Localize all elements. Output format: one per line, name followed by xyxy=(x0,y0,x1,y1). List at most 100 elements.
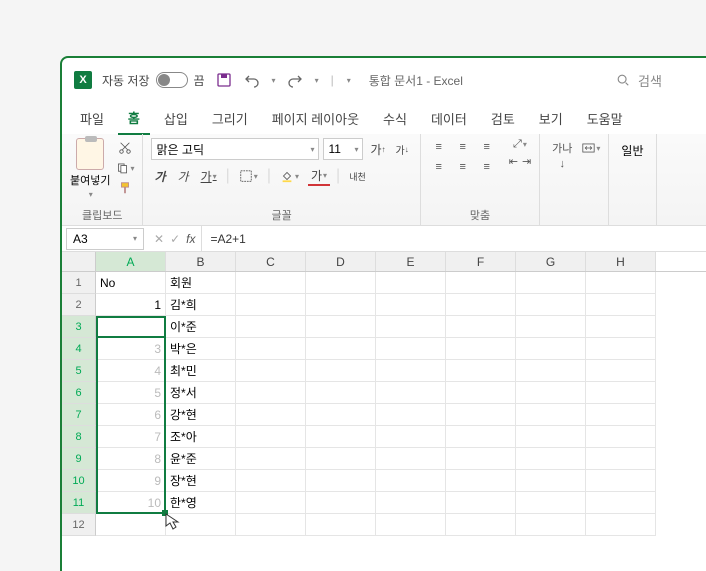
cell[interactable] xyxy=(376,382,446,404)
cell[interactable] xyxy=(586,338,656,360)
cell[interactable]: 회원 xyxy=(166,272,236,294)
col-header-B[interactable]: B xyxy=(166,252,236,271)
cell[interactable] xyxy=(306,294,376,316)
cell[interactable]: 최*민 xyxy=(166,360,236,382)
search-box[interactable]: 검색 xyxy=(604,67,694,94)
bold-button[interactable]: 가 xyxy=(151,166,168,186)
cell[interactable] xyxy=(446,360,516,382)
grow-font-button[interactable]: 가↑ xyxy=(367,139,388,159)
select-all-corner[interactable] xyxy=(62,252,96,271)
col-header-G[interactable]: G xyxy=(516,252,586,271)
cell[interactable]: 2 xyxy=(96,316,166,338)
row-header[interactable]: 1 xyxy=(62,272,96,294)
cell[interactable] xyxy=(236,338,306,360)
cell[interactable] xyxy=(376,272,446,294)
toggle-icon[interactable] xyxy=(156,72,188,88)
cell[interactable] xyxy=(586,360,656,382)
col-header-E[interactable]: E xyxy=(376,252,446,271)
underline-button[interactable]: 가▾ xyxy=(198,166,220,186)
cell[interactable] xyxy=(446,338,516,360)
enter-formula-icon[interactable]: ✓ xyxy=(170,232,180,246)
col-header-F[interactable]: F xyxy=(446,252,516,271)
cell[interactable]: 조*아 xyxy=(166,426,236,448)
align-bottom-button[interactable]: ≡ xyxy=(477,138,497,156)
phonetic-button[interactable]: 내천 xyxy=(346,166,369,186)
namebox-dropdown-icon[interactable]: ▾ xyxy=(133,234,137,243)
redo-icon[interactable] xyxy=(286,71,304,89)
cut-button[interactable] xyxy=(116,140,134,156)
borders-button[interactable]: ▾ xyxy=(236,166,261,186)
cell[interactable] xyxy=(236,448,306,470)
cell[interactable]: 이*준 xyxy=(166,316,236,338)
align-middle-button[interactable]: ≡ xyxy=(453,138,473,156)
cell[interactable]: 4 xyxy=(96,360,166,382)
col-header-D[interactable]: D xyxy=(306,252,376,271)
cell[interactable] xyxy=(306,470,376,492)
sort-button[interactable]: 가나 ↓ xyxy=(548,138,576,172)
row-header[interactable]: 7 xyxy=(62,404,96,426)
cell[interactable]: 8 xyxy=(96,448,166,470)
cell[interactable] xyxy=(236,360,306,382)
cell[interactable]: 한*영 xyxy=(166,492,236,514)
cell[interactable] xyxy=(516,360,586,382)
row-header[interactable]: 11 xyxy=(62,492,96,514)
tab-home[interactable]: 홈 xyxy=(118,102,150,135)
cell[interactable] xyxy=(586,492,656,514)
cell[interactable] xyxy=(306,492,376,514)
cell[interactable]: 7 xyxy=(96,426,166,448)
tab-data[interactable]: 데이터 xyxy=(421,103,477,134)
tab-view[interactable]: 보기 xyxy=(529,103,573,134)
cell[interactable] xyxy=(586,514,656,536)
cell[interactable] xyxy=(516,426,586,448)
tab-insert[interactable]: 삽입 xyxy=(154,103,198,134)
paste-dropdown-icon[interactable]: ▾ xyxy=(89,190,93,199)
cell[interactable] xyxy=(446,382,516,404)
cell[interactable] xyxy=(516,448,586,470)
cell[interactable]: 정*서 xyxy=(166,382,236,404)
font-name-select[interactable]: 맑은 고딕▾ xyxy=(151,138,319,160)
cell[interactable] xyxy=(306,426,376,448)
cell[interactable] xyxy=(446,426,516,448)
cell[interactable] xyxy=(306,448,376,470)
cell[interactable] xyxy=(446,294,516,316)
cell[interactable]: 박*은 xyxy=(166,338,236,360)
cell[interactable] xyxy=(516,294,586,316)
cell[interactable] xyxy=(376,338,446,360)
row-header[interactable]: 2 xyxy=(62,294,96,316)
cell[interactable] xyxy=(376,448,446,470)
cell[interactable] xyxy=(446,316,516,338)
tab-file[interactable]: 파일 xyxy=(70,103,114,134)
cell[interactable]: No xyxy=(96,272,166,294)
font-size-select[interactable]: 11▾ xyxy=(323,138,363,160)
cancel-formula-icon[interactable]: ✕ xyxy=(154,232,164,246)
cell[interactable] xyxy=(306,272,376,294)
cell[interactable] xyxy=(236,426,306,448)
autosave-toggle[interactable]: 자동 저장 끔 xyxy=(102,72,205,89)
cell[interactable] xyxy=(376,404,446,426)
cell[interactable] xyxy=(516,492,586,514)
row-header[interactable]: 6 xyxy=(62,382,96,404)
cell[interactable] xyxy=(586,404,656,426)
row-header[interactable]: 9 xyxy=(62,448,96,470)
cell[interactable] xyxy=(586,272,656,294)
cell[interactable] xyxy=(446,470,516,492)
tab-draw[interactable]: 그리기 xyxy=(202,103,258,134)
tab-formulas[interactable]: 수식 xyxy=(373,103,417,134)
cell[interactable] xyxy=(586,448,656,470)
cell[interactable] xyxy=(516,404,586,426)
name-box[interactable]: A3 ▾ xyxy=(66,228,144,250)
cell[interactable] xyxy=(586,470,656,492)
cell[interactable] xyxy=(376,316,446,338)
cell[interactable] xyxy=(306,382,376,404)
font-color-button[interactable]: 가▾ xyxy=(308,166,330,186)
cell[interactable] xyxy=(516,338,586,360)
cell[interactable] xyxy=(376,294,446,316)
format-painter-button[interactable] xyxy=(116,180,134,196)
align-right-button[interactable]: ≡ xyxy=(477,158,497,176)
cell[interactable] xyxy=(446,272,516,294)
merge-button[interactable]: ▾ xyxy=(582,140,600,156)
row-header[interactable]: 12 xyxy=(62,514,96,536)
col-header-A[interactable]: A xyxy=(96,252,166,271)
cell[interactable] xyxy=(586,316,656,338)
cell[interactable]: 1 xyxy=(96,294,166,316)
